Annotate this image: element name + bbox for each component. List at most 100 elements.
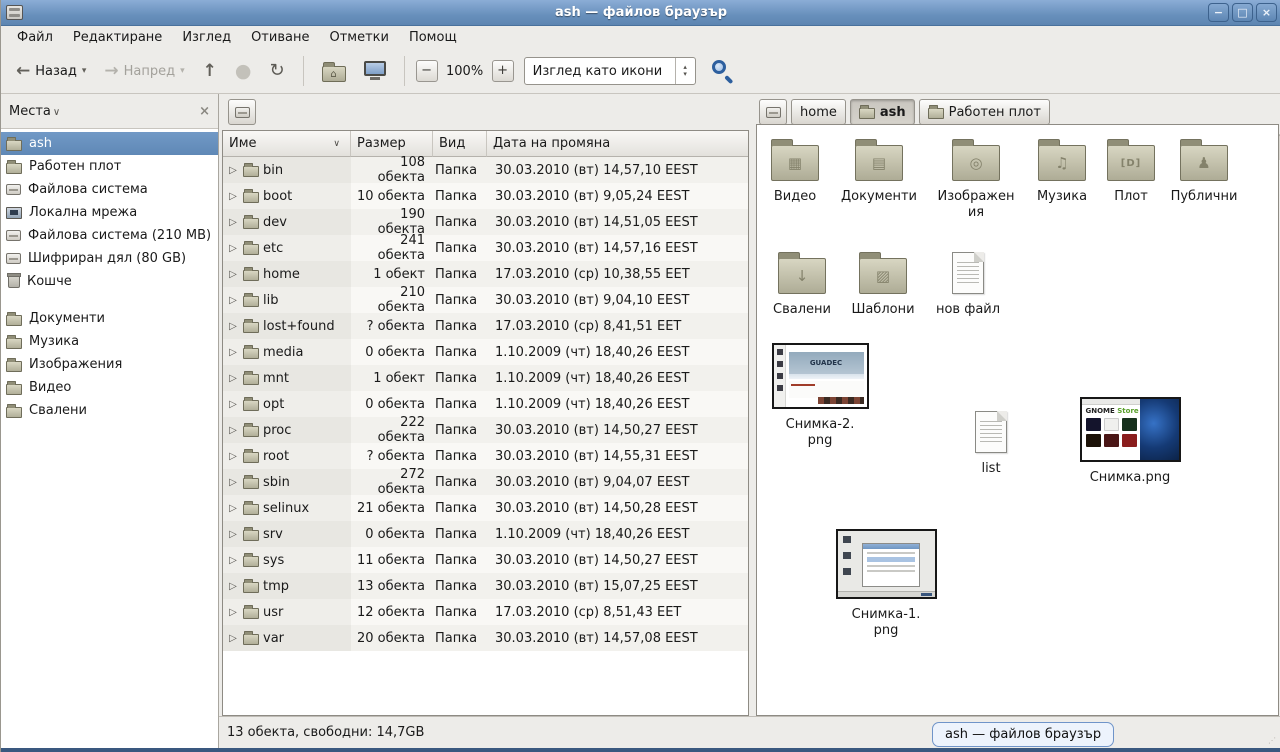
folder-icon: [243, 322, 259, 333]
table-row-boot[interactable]: ▷boot10 обектаПапка30.03.2010 (вт) 9,05,…: [223, 183, 748, 209]
expander-icon[interactable]: ▷: [227, 347, 239, 358]
table-row-etc[interactable]: ▷etc241 обектаПапка30.03.2010 (вт) 14,57…: [223, 235, 748, 261]
grid-item-Видео[interactable]: ▦Видео: [757, 137, 833, 205]
breadcrumb-filesystem[interactable]: [759, 99, 787, 125]
table-row-lib[interactable]: ▷lib210 обектаПапка30.03.2010 (вт) 9,04,…: [223, 287, 748, 313]
table-row-tmp[interactable]: ▷tmp13 обектаПапка30.03.2010 (вт) 15,07,…: [223, 573, 748, 599]
sidebar-item-Шифриран дял (80 GB)[interactable]: Шифриран дял (80 GB): [1, 247, 218, 270]
expander-icon[interactable]: ▷: [227, 165, 239, 176]
grid-item-Музика[interactable]: ♫Музика: [1024, 137, 1100, 205]
table-row-srv[interactable]: ▷srv0 обектаПапка1.10.2009 (чт) 18,40,26…: [223, 521, 748, 547]
expander-icon[interactable]: ▷: [227, 451, 239, 462]
computer-button[interactable]: [357, 56, 393, 86]
up-button[interactable]: ↑: [196, 58, 224, 84]
sidebar-item-Видео[interactable]: Видео: [1, 376, 218, 399]
table-row-opt[interactable]: ▷opt0 обектаПапка1.10.2009 (чт) 18,40,26…: [223, 391, 748, 417]
table-row-usr[interactable]: ▷usr12 обектаПапка17.03.2010 (ср) 8,51,4…: [223, 599, 748, 625]
expander-icon[interactable]: ▷: [227, 633, 239, 644]
expander-icon[interactable]: ▷: [227, 191, 239, 202]
menu-Отметки[interactable]: Отметки: [319, 28, 398, 47]
sidebar-close-icon[interactable]: ×: [199, 104, 210, 119]
table-row-selinux[interactable]: ▷selinux21 обектаПапка30.03.2010 (вт) 14…: [223, 495, 748, 521]
column-header-Име[interactable]: Име∨: [223, 131, 351, 157]
sidebar-item-Изображения[interactable]: Изображения: [1, 353, 218, 376]
table-row-bin[interactable]: ▷bin108 обектаПапка30.03.2010 (вт) 14,57…: [223, 157, 748, 183]
sidebar-title[interactable]: Места: [9, 104, 51, 119]
grid-item-Свалени[interactable]: ↓Свалени: [763, 250, 841, 318]
menu-Редактиране[interactable]: Редактиране: [63, 28, 172, 47]
grid-item-Плот[interactable]: [D]Плот: [1100, 137, 1162, 205]
sidebar-item-Локална мрежа[interactable]: Локална мрежа: [1, 201, 218, 224]
expander-icon[interactable]: ▷: [227, 555, 239, 566]
reload-button[interactable]: ↻: [263, 57, 292, 85]
menu-Помощ[interactable]: Помощ: [399, 28, 467, 47]
combo-spinner-icon[interactable]: ▴▾: [675, 58, 695, 84]
filesystem-crumb-button[interactable]: [228, 99, 256, 125]
expander-icon[interactable]: ▷: [227, 425, 239, 436]
sidebar-item-Файлова система (210 MB)[interactable]: Файлова система (210 MB): [1, 224, 218, 247]
back-button[interactable]: ← Назад ▾: [9, 58, 93, 84]
grid-item-Снимка.png[interactable]: GNOME Store Снимка.png: [1075, 397, 1185, 486]
table-row-sys[interactable]: ▷sys11 обектаПапка30.03.2010 (вт) 14,50,…: [223, 547, 748, 573]
sidebar-item-ash[interactable]: ash: [1, 132, 218, 155]
menu-Файл[interactable]: Файл: [7, 28, 63, 47]
sidebar-item-Документи[interactable]: Документи: [1, 307, 218, 330]
forward-button[interactable]: → Напред ▾: [97, 58, 191, 84]
expander-icon[interactable]: ▷: [227, 373, 239, 384]
maximize-button[interactable]: □: [1232, 3, 1253, 22]
back-dropdown-icon[interactable]: ▾: [82, 66, 87, 76]
zoom-in-button[interactable]: +: [492, 60, 514, 82]
zoom-out-button[interactable]: −: [416, 60, 438, 82]
sidebar-item-Работен плот[interactable]: Работен плот: [1, 155, 218, 178]
taskbar-window-label[interactable]: ash — файлов браузър: [932, 722, 1114, 747]
table-row-lost+found[interactable]: ▷lost+found? обектаПапка17.03.2010 (ср) …: [223, 313, 748, 339]
sidebar-item-Файлова система[interactable]: Файлова система: [1, 178, 218, 201]
table-row-var[interactable]: ▷var20 обектаПапка30.03.2010 (вт) 14,57,…: [223, 625, 748, 651]
expander-icon[interactable]: ▷: [227, 321, 239, 332]
grid-item-Изображения[interactable]: ◎Изображения: [928, 137, 1024, 221]
expander-icon[interactable]: ▷: [227, 581, 239, 592]
expander-icon[interactable]: ▷: [227, 529, 239, 540]
expander-icon[interactable]: ▷: [227, 503, 239, 514]
search-button[interactable]: [710, 58, 736, 84]
expander-icon[interactable]: ▷: [227, 243, 239, 254]
sidebar-item-label: Документи: [29, 311, 105, 326]
menu-Отиване[interactable]: Отиване: [241, 28, 319, 47]
view-mode-select[interactable]: Изглед като икони ▴▾: [524, 57, 696, 85]
sidebar-item-Музика[interactable]: Музика: [1, 330, 218, 353]
table-row-media[interactable]: ▷media0 обектаПапка1.10.2009 (чт) 18,40,…: [223, 339, 748, 365]
sidebar-dropdown-icon[interactable]: ∨: [53, 107, 60, 118]
table-row-dev[interactable]: ▷dev190 обектаПапка30.03.2010 (вт) 14,51…: [223, 209, 748, 235]
grid-item-Снимка-2.png[interactable]: GUADEC Снимка-2.png: [767, 343, 873, 449]
breadcrumb-Работен плот[interactable]: Работен плот: [919, 99, 1050, 125]
breadcrumb-ash[interactable]: ash: [850, 99, 915, 125]
table-row-sbin[interactable]: ▷sbin272 обектаПапка30.03.2010 (вт) 9,04…: [223, 469, 748, 495]
expander-icon[interactable]: ▷: [227, 477, 239, 488]
grid-item-Шаблони[interactable]: ▨Шаблони: [843, 250, 923, 318]
grid-item-list[interactable]: list: [951, 409, 1031, 477]
table-row-home[interactable]: ▷home1 обектПапка17.03.2010 (ср) 10,38,5…: [223, 261, 748, 287]
grid-item-нов файл[interactable]: нов файл: [927, 250, 1009, 318]
sidebar-item-Свалени[interactable]: Свалени: [1, 399, 218, 422]
expander-icon[interactable]: ▷: [227, 399, 239, 410]
breadcrumb-home[interactable]: home: [791, 99, 846, 125]
table-row-proc[interactable]: ▷proc222 обектаПапка30.03.2010 (вт) 14,5…: [223, 417, 748, 443]
sidebar-item-Кошче[interactable]: Кошче: [1, 270, 218, 293]
expander-icon[interactable]: ▷: [227, 295, 239, 306]
resize-grip-icon[interactable]: ⋰: [1268, 736, 1278, 746]
column-header-Размер[interactable]: Размер: [351, 131, 433, 157]
grid-item-Публични[interactable]: ♟Публични: [1163, 137, 1245, 205]
home-button[interactable]: ⌂: [315, 56, 353, 87]
grid-item-Снимка-1.png[interactable]: Снимка-1.png: [831, 529, 941, 639]
menu-Изглед[interactable]: Изглед: [172, 28, 241, 47]
expander-icon[interactable]: ▷: [227, 607, 239, 618]
expander-icon[interactable]: ▷: [227, 217, 239, 228]
close-button[interactable]: ×: [1256, 3, 1277, 22]
expander-icon[interactable]: ▷: [227, 269, 239, 280]
table-row-root[interactable]: ▷root? обектаПапка30.03.2010 (вт) 14,55,…: [223, 443, 748, 469]
column-header-Дата на промяна[interactable]: Дата на промяна: [487, 131, 748, 157]
grid-item-Документи[interactable]: ▤Документи: [833, 137, 925, 205]
minimize-button[interactable]: −: [1208, 3, 1229, 22]
column-header-Вид[interactable]: Вид: [433, 131, 487, 157]
table-row-mnt[interactable]: ▷mnt1 обектПапка1.10.2009 (чт) 18,40,26 …: [223, 365, 748, 391]
